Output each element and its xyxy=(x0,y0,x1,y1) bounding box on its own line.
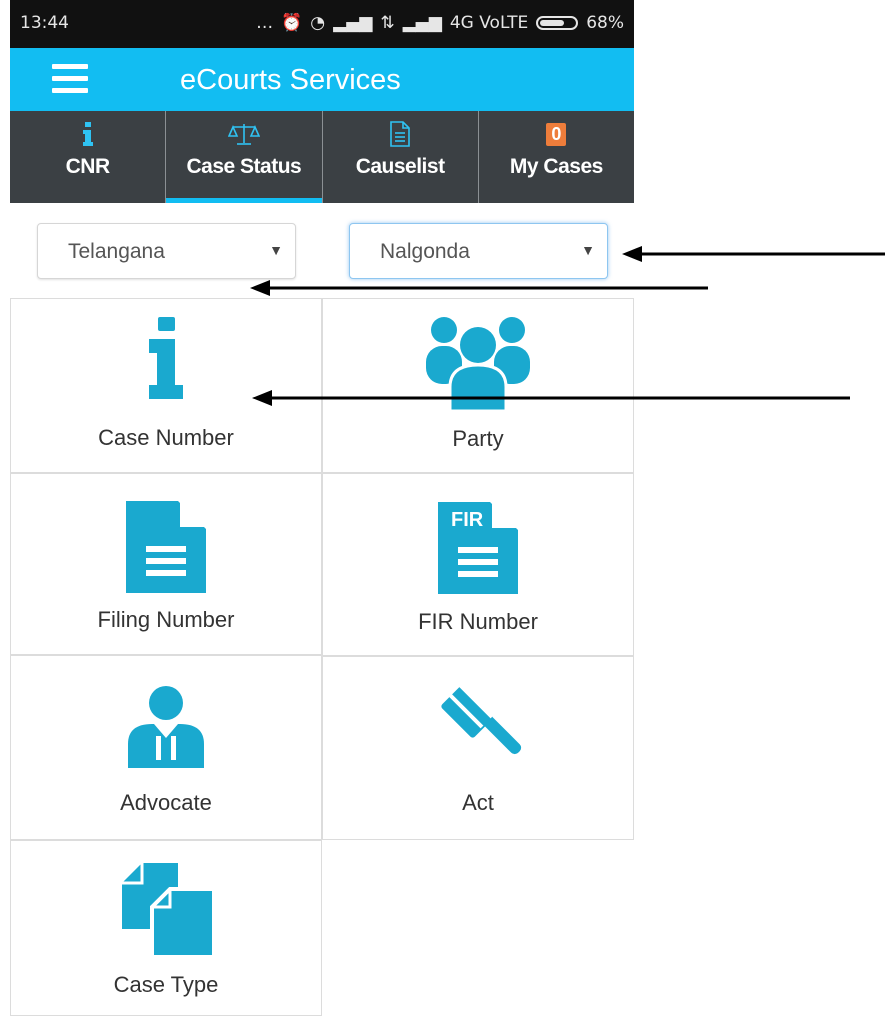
arrow-head-state xyxy=(250,280,270,296)
annotation-arrows xyxy=(250,246,885,406)
arrow-head-case-number xyxy=(252,390,272,406)
arrow-head-district xyxy=(622,246,642,262)
